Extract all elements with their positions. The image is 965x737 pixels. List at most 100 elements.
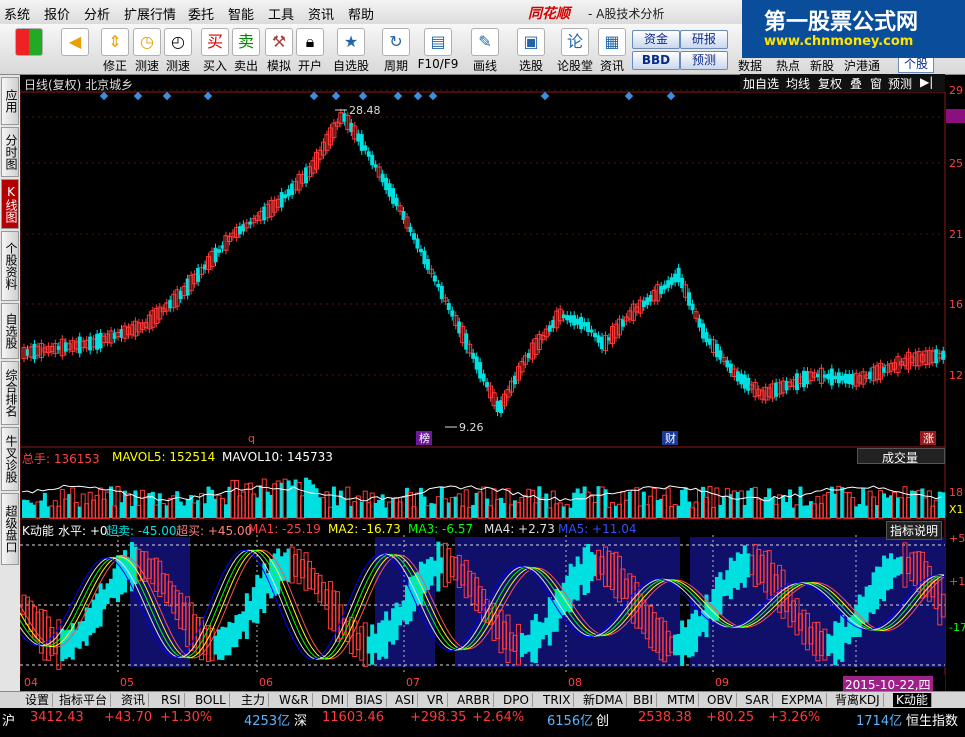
menu-item-news[interactable]: 资讯 <box>308 4 334 23</box>
tab-dpo[interactable]: DPO <box>500 693 533 707</box>
indicator-bar-down <box>237 614 242 639</box>
volume-bar-down <box>801 505 806 518</box>
menu-item-system[interactable]: 系统 <box>4 4 30 23</box>
indicator-bar-down <box>840 614 845 662</box>
period-button[interactable]: ↻ 周期 <box>381 28 411 74</box>
menu-item-quote[interactable]: 报价 <box>44 4 70 23</box>
volume-bar-down <box>28 502 33 518</box>
ma-button[interactable]: 均线 <box>786 75 810 92</box>
candle-body-down <box>673 273 678 283</box>
hk-connect-link[interactable]: 沪港通 <box>844 57 880 74</box>
tab-rsi[interactable]: RSI <box>158 693 185 707</box>
side-tab-watchlist[interactable]: 自选股 <box>1 303 19 359</box>
indicator-bar-down <box>436 541 441 592</box>
hotspot-link[interactable]: 热点 <box>776 57 800 74</box>
tab-news[interactable]: 资讯 <box>118 693 150 707</box>
tab-new-dma[interactable]: 新DMA <box>580 693 627 707</box>
adjust-button[interactable]: 复权 <box>818 75 842 92</box>
candle-body-down <box>478 362 483 379</box>
indicator-help-button[interactable]: 指标说明 <box>886 521 943 540</box>
tab-expma[interactable]: EXPMA <box>778 693 827 707</box>
tab-sar[interactable]: SAR <box>742 693 774 707</box>
f10-button[interactable]: ▤ F10/F9 <box>418 28 458 71</box>
volume-bar-up <box>724 488 730 519</box>
stock-screen-button[interactable]: ▣ 选股 <box>516 28 546 74</box>
tab-mtm[interactable]: MTM <box>664 693 700 707</box>
tab-boll[interactable]: BOLL <box>192 693 230 707</box>
volume-bar-down <box>290 485 295 518</box>
indicator-bar-down <box>547 597 552 646</box>
indicator-ma3: MA3: -6.57 <box>408 522 474 536</box>
research-button[interactable]: 研报 <box>680 30 728 49</box>
side-tab-super-quote[interactable]: 超级盘口 <box>1 493 19 565</box>
menu-item-order[interactable]: 委托 <box>188 4 214 23</box>
candle-body-down <box>568 315 573 323</box>
predict-button[interactable]: 预测 <box>888 75 912 92</box>
side-tab-diagnosis[interactable]: 牛叉诊股 <box>1 427 19 491</box>
tab-arbr[interactable]: ARBR <box>454 693 495 707</box>
menu-item-help[interactable]: 帮助 <box>348 4 374 23</box>
side-tab-apps[interactable]: 应用 <box>1 77 19 125</box>
x-axis-label: 09 <box>715 676 729 689</box>
watchlist-button[interactable]: ★ 自选股 <box>333 28 369 74</box>
menu-item-analysis[interactable]: 分析 <box>84 4 110 23</box>
sh-value: 3412.43 <box>30 710 84 725</box>
tab-bbi[interactable]: BBI <box>630 693 658 707</box>
candle-body-down <box>216 249 221 253</box>
volume-bar-down <box>767 488 772 518</box>
lock-icon: 🔒︎ <box>296 28 324 56</box>
candle-body-down <box>387 183 392 197</box>
menu-item-tools[interactable]: 工具 <box>268 4 294 23</box>
tab-trix[interactable]: TRIX <box>540 693 575 707</box>
draw-line-button[interactable]: ✎ 画线 <box>470 28 500 74</box>
side-tab-ranking[interactable]: 综合排名 <box>1 361 19 425</box>
tab-asi[interactable]: ASI <box>392 693 419 707</box>
data-link[interactable]: 数据 <box>738 57 762 74</box>
forum-button[interactable]: 论论股堂 <box>557 28 593 74</box>
sz-label: 深 <box>294 714 308 729</box>
tab-divergence-kdj[interactable]: 背离KDJ <box>832 693 884 707</box>
side-tab-stock-profile[interactable]: 个股资料 <box>1 231 19 301</box>
speed-button-2[interactable]: ◴ 测速 <box>163 28 193 74</box>
tab-obv[interactable]: OBV <box>704 693 737 707</box>
sell-button[interactable]: 卖卖出 <box>231 28 261 74</box>
tab-settings[interactable]: 设置 <box>22 693 54 707</box>
volume-indicator-select[interactable]: 成交量 <box>857 448 945 465</box>
open-account-button[interactable]: 🔒︎ 开户 <box>295 28 325 74</box>
window-button[interactable]: 窗 <box>870 75 882 92</box>
tab-dmi[interactable]: DMI <box>318 693 349 707</box>
volume-bar-up <box>540 497 546 519</box>
tab-bias[interactable]: BIAS <box>352 693 387 707</box>
tab-wr[interactable]: W&R <box>276 693 313 707</box>
x-axis-label: 06 <box>259 676 273 689</box>
volume-bar-down <box>380 494 385 518</box>
forecast-button[interactable]: 预测 <box>680 51 728 70</box>
tab-vr[interactable]: VR <box>424 693 448 707</box>
menu-item-smart[interactable]: 智能 <box>228 4 254 23</box>
grid-button[interactable] <box>14 28 44 56</box>
overlay-button[interactable]: 叠 <box>850 75 862 92</box>
back-arrow-icon: ◀ <box>61 28 89 56</box>
indicator-bar-down <box>875 566 880 610</box>
volume-bar-up <box>192 502 198 519</box>
tab-indicator-platform[interactable]: 指标平台 <box>56 693 112 707</box>
back-button[interactable]: ◀ <box>60 28 90 56</box>
cy-pct: +3.26% <box>768 710 821 725</box>
volume-bar-down <box>676 505 681 518</box>
bbd-button[interactable]: BBD <box>632 51 680 70</box>
new-stock-link[interactable]: 新股 <box>810 57 834 74</box>
indicator-bar-down <box>63 630 68 659</box>
add-watchlist-button[interactable]: 加自选 <box>743 75 779 92</box>
side-tab-intraday[interactable]: 分时图 <box>1 127 19 177</box>
event-diamond-icon <box>393 91 403 101</box>
side-tab-kline[interactable]: K线图 <box>1 179 19 229</box>
expand-right-icon[interactable]: ▶| <box>920 75 933 89</box>
candle-body-down <box>572 315 577 326</box>
tab-main-force[interactable]: 主力 <box>238 693 270 707</box>
funds-button[interactable]: 资金 <box>632 30 680 49</box>
news-button[interactable]: ▦ 资讯 <box>597 28 627 74</box>
indicator-bar-down <box>405 585 410 625</box>
tab-k-momentum[interactable]: K动能 <box>893 693 932 707</box>
kline-chart[interactable]: 29272521161228.489.26q榜财涨18X1+5+1-170405… <box>20 75 965 691</box>
menu-item-ext-quote[interactable]: 扩展行情 <box>124 4 176 23</box>
